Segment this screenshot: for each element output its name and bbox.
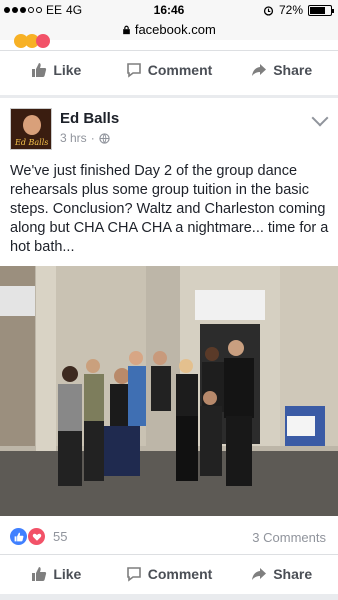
post-header: Ed Balls Ed Balls 3 hrs · bbox=[10, 108, 119, 150]
status-bar: EE 4G 16:46 72% bbox=[0, 0, 338, 20]
thumbs-up-icon bbox=[32, 566, 47, 581]
like-button[interactable]: Like bbox=[0, 566, 113, 582]
url-domain: facebook.com bbox=[134, 22, 216, 37]
like-label: Like bbox=[53, 565, 82, 582]
comment-button[interactable]: Comment bbox=[113, 566, 226, 582]
comments-count[interactable]: 3 Comments bbox=[252, 530, 326, 545]
avatar-logo-text: Ed Balls bbox=[15, 138, 49, 147]
group-photo-illustration bbox=[0, 266, 338, 516]
love-reaction-icon bbox=[28, 528, 45, 545]
reaction-summary[interactable]: 55 bbox=[10, 528, 67, 545]
status-right: 72% bbox=[263, 3, 334, 17]
previous-reactions bbox=[14, 34, 50, 48]
globe-icon bbox=[99, 132, 110, 144]
post-options-chevron-icon[interactable] bbox=[311, 109, 329, 127]
like-reaction-icon bbox=[10, 528, 27, 545]
url-bar[interactable]: facebook.com bbox=[0, 20, 338, 40]
post-card: Ed Balls Ed Balls 3 hrs · We've just fin… bbox=[0, 98, 338, 594]
post-actions: Like Comment Share bbox=[0, 554, 338, 592]
post-photo[interactable] bbox=[0, 266, 338, 516]
post-meta: Ed Balls 3 hrs · bbox=[60, 108, 119, 150]
post-text: We've just finished Day 2 of the group d… bbox=[10, 163, 329, 255]
battery-percent: 72% bbox=[278, 3, 303, 17]
reaction-count: 55 bbox=[53, 529, 68, 544]
like-button[interactable]: Like bbox=[0, 62, 113, 78]
share-icon bbox=[252, 567, 267, 580]
share-button[interactable]: Share bbox=[225, 62, 338, 78]
post-timestamp-row: 3 hrs · bbox=[60, 131, 119, 145]
previous-post-card: Like Comment Share bbox=[0, 34, 338, 95]
share-label: Share bbox=[273, 61, 313, 78]
previous-post-actions: Like Comment Share bbox=[0, 50, 338, 88]
comment-label: Comment bbox=[147, 61, 213, 78]
battery-icon bbox=[308, 4, 334, 16]
love-reaction-icon bbox=[36, 34, 50, 48]
like-label: Like bbox=[53, 61, 82, 78]
share-label: Share bbox=[273, 565, 313, 582]
comment-icon bbox=[126, 566, 141, 582]
lock-icon bbox=[123, 25, 131, 35]
comment-label: Comment bbox=[147, 565, 213, 582]
comment-button[interactable]: Comment bbox=[113, 62, 226, 78]
avatar[interactable]: Ed Balls bbox=[10, 108, 52, 150]
thumbs-up-icon bbox=[32, 62, 47, 77]
share-button[interactable]: Share bbox=[225, 566, 338, 582]
alarm-icon bbox=[263, 5, 274, 16]
share-icon bbox=[252, 63, 267, 76]
comment-icon bbox=[126, 62, 141, 78]
post-time[interactable]: 3 hrs bbox=[60, 131, 87, 145]
author-name[interactable]: Ed Balls bbox=[60, 110, 119, 127]
